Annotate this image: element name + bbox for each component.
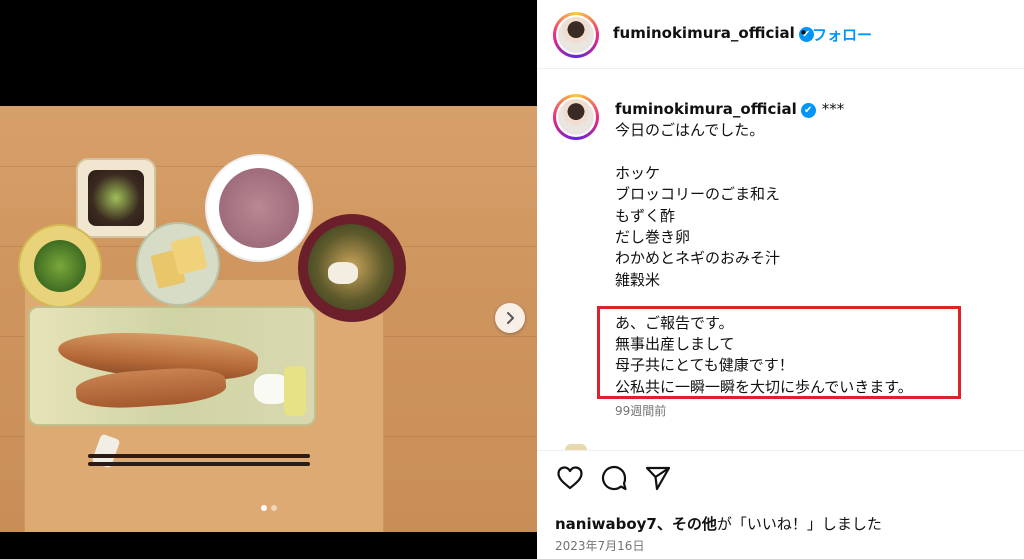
post-sidebar: fuminokimura_official ✔ • フォロー fuminokimu… bbox=[537, 0, 1024, 559]
follow-button[interactable]: フォロー bbox=[812, 24, 872, 45]
post-time-ago[interactable]: 99週間前 bbox=[615, 402, 666, 419]
caption-stars: *** bbox=[821, 100, 845, 118]
separator-dot: • bbox=[799, 24, 808, 42]
share-icon[interactable] bbox=[643, 463, 673, 493]
carousel-dot bbox=[270, 505, 277, 511]
verified-badge-icon: ✔ bbox=[800, 103, 816, 118]
rice-bowl bbox=[205, 154, 313, 262]
action-bar bbox=[555, 463, 673, 493]
post-header: fuminokimura_official ✔ • フォロー bbox=[537, 0, 1024, 69]
liker-username[interactable]: naniwaboy7 bbox=[555, 515, 657, 533]
post-date[interactable]: 2023年7月16日 bbox=[555, 537, 644, 554]
divider bbox=[537, 450, 1024, 451]
chevron-right-icon bbox=[507, 312, 514, 324]
header-username[interactable]: fuminokimura_official ✔ bbox=[613, 24, 814, 42]
carousel-next-button[interactable] bbox=[495, 303, 525, 333]
miso-soup-bowl bbox=[298, 214, 406, 322]
heart-icon[interactable] bbox=[555, 463, 585, 493]
carousel-indicator bbox=[0, 505, 537, 511]
egg-plate bbox=[136, 222, 220, 306]
carousel-dot bbox=[260, 505, 267, 511]
mozuku-dish bbox=[76, 158, 156, 238]
likes-others[interactable]: 、その他 bbox=[657, 515, 717, 533]
username-text[interactable]: fuminokimura_official bbox=[613, 24, 795, 42]
post-photo[interactable] bbox=[0, 106, 537, 532]
chopstick bbox=[88, 454, 310, 458]
broccoli-plate bbox=[18, 224, 102, 308]
chopstick bbox=[88, 462, 310, 466]
username-text[interactable]: fuminokimura_official bbox=[615, 100, 797, 118]
caption-avatar[interactable] bbox=[553, 94, 599, 140]
likes-suffix: が「いいね！」しました bbox=[716, 515, 882, 533]
likes-summary: naniwaboy7、その他が「いいね！」しました bbox=[555, 513, 882, 534]
caption-username[interactable]: fuminokimura_official ✔ *** bbox=[615, 100, 844, 118]
comment-icon[interactable] bbox=[599, 463, 629, 493]
highlight-box bbox=[597, 306, 961, 399]
fish-plate bbox=[28, 306, 316, 426]
post-media bbox=[0, 0, 537, 559]
avatar[interactable] bbox=[553, 12, 599, 58]
